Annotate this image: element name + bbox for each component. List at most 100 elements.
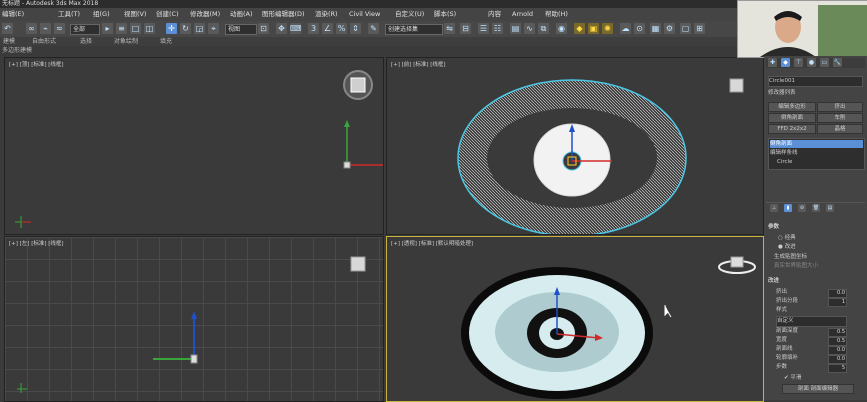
real-world-map-checkbox[interactable]: 真实世界贴图大小 bbox=[774, 262, 863, 271]
menu-item-edit[interactable]: 编辑(E) bbox=[2, 8, 24, 21]
window-crossing-icon[interactable]: ◫ bbox=[144, 23, 155, 34]
field-value-steps[interactable]: 5 bbox=[828, 364, 847, 373]
gen-map-checkbox[interactable]: 生成贴图坐标 bbox=[774, 253, 863, 262]
webcam-overlay bbox=[737, 0, 867, 58]
modifier-button-lattice[interactable]: 晶格 bbox=[817, 124, 863, 134]
spinner-snap-icon[interactable]: ⇕ bbox=[350, 23, 361, 34]
modifier-button-lathe[interactable]: 车削 bbox=[817, 113, 863, 123]
stack-item-bevel-profile[interactable]: 倒角剖面 bbox=[770, 140, 863, 148]
ribbon-tab-freeform[interactable]: 自由形式 bbox=[32, 37, 56, 46]
viewport-front[interactable]: [+] [前] [标准] [线框] bbox=[386, 57, 764, 235]
toggle-ribbon-icon[interactable]: ▤ bbox=[510, 23, 521, 34]
menu-item-tools[interactable]: 工具(T) bbox=[58, 8, 80, 21]
radio-improved[interactable]: ● 改进 bbox=[778, 243, 863, 252]
show-end-result-icon[interactable]: ▮ bbox=[784, 204, 792, 212]
style-dropdown[interactable]: 自定义 bbox=[776, 316, 847, 327]
display-tab-icon[interactable]: ▭ bbox=[820, 58, 829, 67]
viewport-perspective[interactable]: [+] [透视] [标准] [默认明暗处理] bbox=[386, 236, 764, 402]
rollout-parameters-header[interactable]: 参数 bbox=[768, 223, 863, 232]
edit-named-selection-icon[interactable]: ✎ bbox=[368, 23, 379, 34]
selection-filter-dropdown[interactable]: 全部 bbox=[70, 24, 100, 35]
menu-item-animation[interactable]: 动画(A) bbox=[230, 8, 253, 21]
viewport-layout-icon[interactable]: ⊞ bbox=[694, 23, 705, 34]
selection-region-icon[interactable]: □ bbox=[130, 23, 141, 34]
select-object-icon[interactable]: ▸ bbox=[102, 23, 113, 34]
modifier-button-ffd[interactable]: FFD 2x2x2 bbox=[768, 124, 816, 134]
menu-item-customize[interactable]: 自定义(U) bbox=[395, 8, 424, 21]
select-place-icon[interactable]: ⌖ bbox=[208, 23, 219, 34]
modify-tab-icon[interactable]: ◆ bbox=[781, 58, 790, 67]
stack-item-edit-spline[interactable]: 编辑样条线 bbox=[770, 149, 863, 157]
utilities-tab-icon[interactable]: 🔧 bbox=[833, 58, 842, 67]
render-production-icon[interactable]: ✺ bbox=[602, 23, 613, 34]
render-setup-icon[interactable]: ◆ bbox=[574, 23, 585, 34]
menu-item-views[interactable]: 视图(V) bbox=[124, 8, 147, 21]
object-name-field[interactable]: Circle001 bbox=[768, 76, 863, 87]
angle-snap-icon[interactable]: ∠ bbox=[322, 23, 333, 34]
menu-item-group[interactable]: 组(G) bbox=[93, 8, 110, 21]
menu-item-content[interactable]: 内容 bbox=[488, 8, 501, 21]
ribbon-tab-selection[interactable]: 选择 bbox=[80, 37, 92, 46]
scene-explorer-icon[interactable]: ☰ bbox=[478, 23, 489, 34]
container-icon[interactable]: ▢ bbox=[680, 23, 691, 34]
stack-item-circle[interactable]: Circle bbox=[777, 158, 863, 166]
material-editor-icon[interactable]: ◉ bbox=[556, 23, 567, 34]
configure-sets-icon[interactable]: ▤ bbox=[826, 204, 834, 212]
rollout-improved-header[interactable]: 改进 bbox=[768, 277, 863, 286]
named-selection-dropdown[interactable]: 创建选择集 bbox=[385, 24, 443, 35]
menu-item-modifiers[interactable]: 修改器(M) bbox=[190, 8, 220, 21]
select-scale-icon[interactable]: ◲ bbox=[194, 23, 205, 34]
keyboard-shortcut-icon[interactable]: ⌨ bbox=[290, 23, 302, 34]
menu-item-graph-editors[interactable]: 图形编辑器(D) bbox=[262, 8, 305, 21]
select-by-name-icon[interactable]: ≡ bbox=[116, 23, 127, 34]
render-in-cloud-icon[interactable]: ☁ bbox=[620, 23, 631, 34]
arnold-render-icon[interactable]: ▦ bbox=[650, 23, 661, 34]
ribbon-tab-object-paint[interactable]: 对象绘制 bbox=[114, 37, 138, 46]
viewport-left[interactable]: [+] [左] [标准] [线框] bbox=[4, 236, 384, 402]
undo-icon[interactable]: ↶ bbox=[2, 23, 13, 34]
open-profile-editor-button[interactable]: 剖面 剖面编辑器 bbox=[782, 384, 854, 394]
rendered-frame-window-icon[interactable]: ▣ bbox=[588, 23, 599, 34]
ribbon-tab-populate[interactable]: 填充 bbox=[160, 37, 172, 46]
layer-explorer-icon[interactable]: ☷ bbox=[492, 23, 503, 34]
ribbon-tab-modeling[interactable]: 建模 bbox=[3, 37, 15, 46]
radio-classic[interactable]: ○ 经典 bbox=[778, 234, 863, 243]
mirror-icon[interactable]: ⇋ bbox=[444, 23, 455, 34]
create-tab-icon[interactable]: ✚ bbox=[768, 58, 777, 67]
modifier-button-extrude[interactable]: 挤出 bbox=[817, 102, 863, 112]
pivot-center-icon[interactable]: ⊡ bbox=[258, 23, 269, 34]
select-rotate-icon[interactable]: ↻ bbox=[180, 23, 191, 34]
webcam-image bbox=[738, 1, 867, 57]
menu-item-arnold[interactable]: Arnold bbox=[512, 8, 533, 21]
unlink-icon[interactable]: ⌁ bbox=[40, 23, 51, 34]
pin-stack-icon[interactable]: ⊥ bbox=[770, 204, 778, 212]
schematic-view-icon[interactable]: ⧉ bbox=[538, 23, 549, 34]
modifier-button-edit-poly[interactable]: 编辑多边形 bbox=[768, 102, 816, 112]
menu-item-help[interactable]: 帮助(H) bbox=[545, 8, 568, 21]
viewport-top[interactable]: [+] [顶] [标准] [线框] bbox=[4, 57, 384, 235]
modifier-list-dropdown[interactable]: 修改器列表 bbox=[768, 89, 863, 98]
bind-spacewarp-icon[interactable]: ≈ bbox=[54, 23, 65, 34]
menu-item-scripting[interactable]: 脚本(S) bbox=[434, 8, 456, 21]
remove-modifier-icon[interactable]: 🗑 bbox=[812, 204, 820, 212]
menu-item-create[interactable]: 创建(C) bbox=[156, 8, 179, 21]
reference-coordinate-dropdown[interactable]: 视图 bbox=[225, 24, 257, 35]
viewport-front-canvas bbox=[457, 78, 744, 234]
smooth-checkbox[interactable]: ✔ 平滑 bbox=[784, 374, 863, 383]
menu-item-civil-view[interactable]: Civil View bbox=[349, 8, 380, 21]
hierarchy-tab-icon[interactable]: ⊤ bbox=[794, 58, 803, 67]
link-icon[interactable]: ∞ bbox=[26, 23, 37, 34]
field-label-profile-depth: 剖面深度 bbox=[776, 328, 799, 334]
modifier-button-bevel-profile[interactable]: 倒角剖面 bbox=[768, 113, 816, 123]
menu-item-rendering[interactable]: 渲染(R) bbox=[315, 8, 338, 21]
select-move-icon[interactable]: ✛ bbox=[166, 23, 177, 34]
align-icon[interactable]: ⊟ bbox=[460, 23, 471, 34]
make-unique-icon[interactable]: ⊘ bbox=[798, 204, 806, 212]
curve-editor-icon[interactable]: ∿ bbox=[524, 23, 535, 34]
a360-icon[interactable]: ⊙ bbox=[634, 23, 645, 34]
snaps-toggle-icon[interactable]: 3 bbox=[308, 23, 319, 34]
manipulate-icon[interactable]: ✥ bbox=[276, 23, 287, 34]
percent-snap-icon[interactable]: % bbox=[336, 23, 347, 34]
arnold-settings-icon[interactable]: ⚙ bbox=[664, 23, 675, 34]
motion-tab-icon[interactable]: ● bbox=[807, 58, 816, 67]
